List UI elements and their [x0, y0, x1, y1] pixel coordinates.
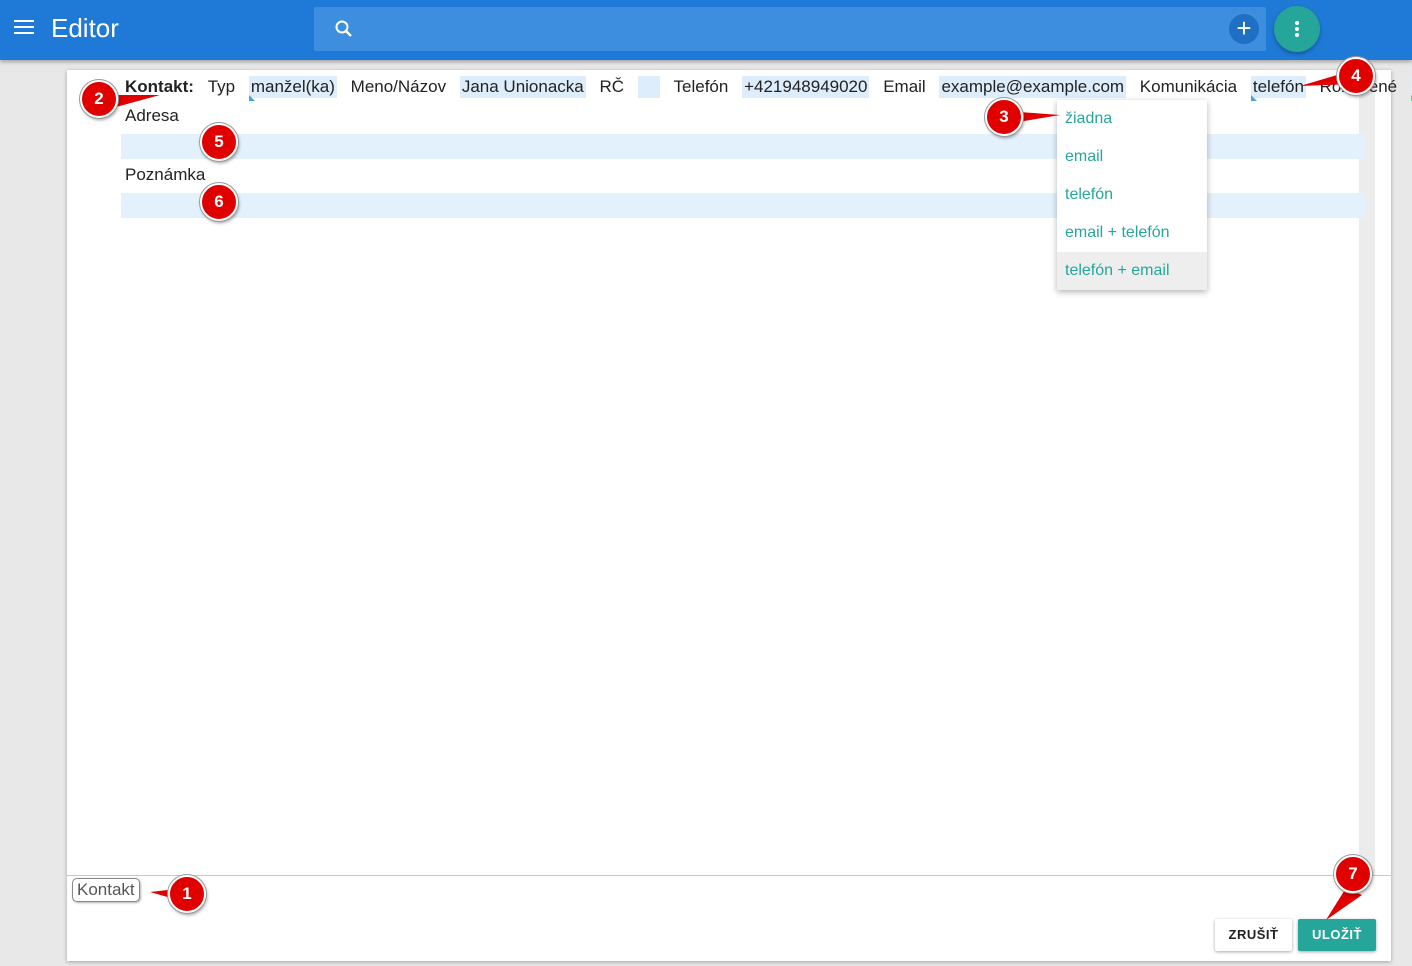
contact-chip[interactable]: Kontakt [72, 878, 140, 902]
cancel-button[interactable]: ZRUŠIŤ [1215, 919, 1292, 951]
name-label: Meno/Názov [350, 77, 447, 96]
callout-3: 3 [985, 98, 1023, 136]
phone-label: Telefón [673, 77, 729, 96]
add-button[interactable]: + [1229, 14, 1259, 44]
type-label: Typ [207, 77, 236, 96]
callout-5: 5 [200, 123, 238, 161]
search-input[interactable] [314, 7, 1266, 51]
communication-dropdown: žiadna email telefón email + telefón tel… [1057, 100, 1207, 290]
callout-2: 2 [80, 80, 118, 118]
callout-7: 7 [1334, 855, 1372, 893]
callout-4: 4 [1337, 57, 1375, 95]
scrollbar[interactable] [1359, 70, 1375, 875]
top-app-bar: Editor + [0, 0, 1412, 60]
callout-6: 6 [200, 183, 238, 221]
email-label: Email [883, 77, 926, 96]
contact-label: Kontakt: [125, 77, 194, 96]
search-icon [335, 20, 352, 37]
dropdown-option-phone[interactable]: telefón [1057, 176, 1207, 214]
dropdown-option-none[interactable]: žiadna [1057, 100, 1207, 138]
app-title: Editor [51, 13, 119, 43]
communication-label: Komunikácia [1139, 77, 1238, 96]
save-button[interactable]: ULOŽIŤ [1298, 919, 1376, 951]
phone-field[interactable]: +421948949020 [742, 76, 870, 98]
name-field[interactable]: Jana Unionacka [459, 76, 586, 98]
dropdown-option-phone-email[interactable]: telefón + email [1057, 252, 1207, 290]
contact-row: Kontakt: Typ manžel(ka) Meno/Názov Jana … [125, 76, 1412, 101]
type-select[interactable]: manžel(ka) [248, 76, 337, 101]
communication-select[interactable]: telefón [1250, 76, 1306, 101]
more-vert-icon[interactable] [1274, 6, 1320, 52]
dropdown-option-email[interactable]: email [1057, 138, 1207, 176]
note-label: Poznámka [125, 165, 206, 184]
address-label: Adresa [125, 106, 179, 125]
email-field[interactable]: example@example.com [939, 76, 1127, 98]
hamburger-menu-icon[interactable] [14, 20, 34, 36]
dropdown-option-email-phone[interactable]: email + telefón [1057, 214, 1207, 252]
callout-1: 1 [168, 875, 206, 913]
rc-label: RČ [599, 77, 625, 96]
divider [67, 875, 1391, 876]
rc-field[interactable] [637, 76, 660, 98]
